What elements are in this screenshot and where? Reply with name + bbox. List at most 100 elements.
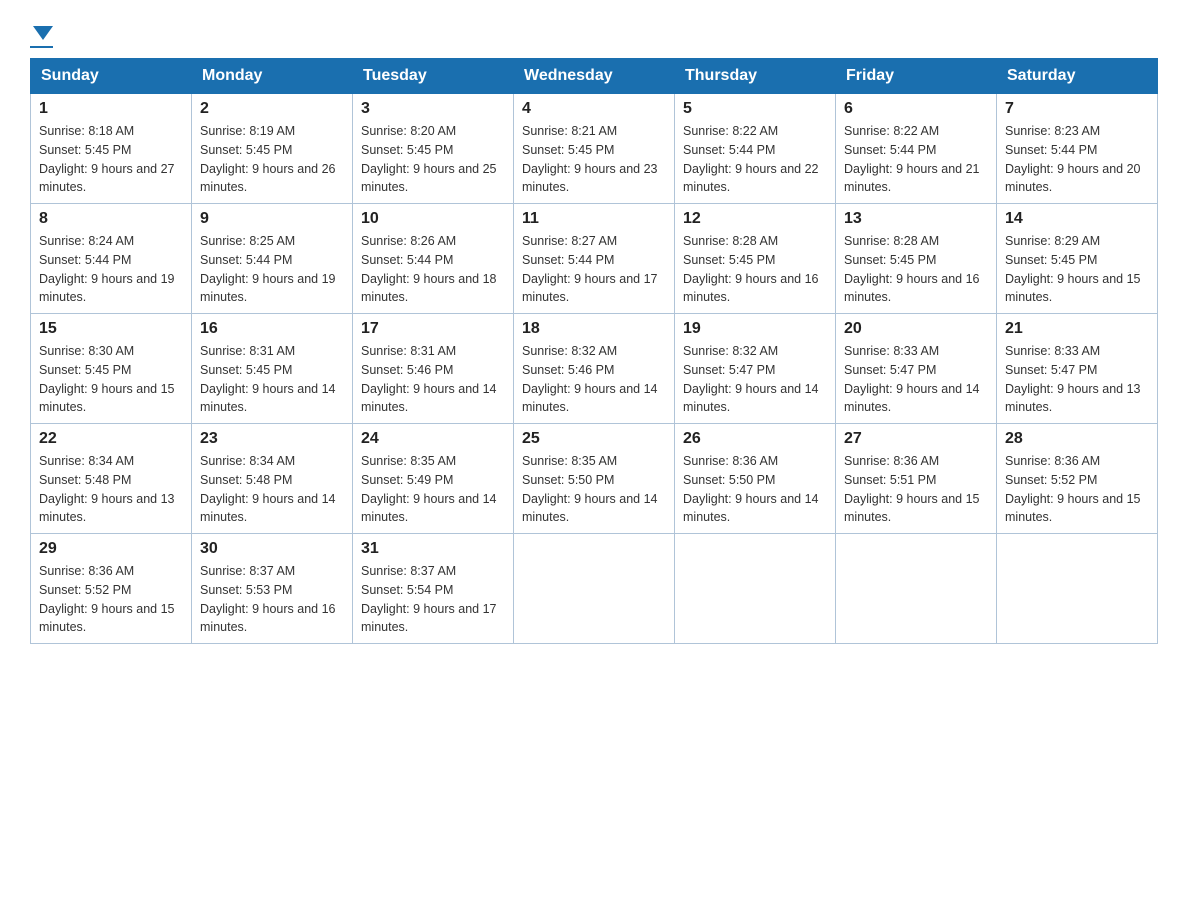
day-info: Sunrise: 8:24 AMSunset: 5:44 PMDaylight:…: [39, 234, 175, 304]
day-info: Sunrise: 8:20 AMSunset: 5:45 PMDaylight:…: [361, 124, 497, 194]
calendar-day-cell: [514, 534, 675, 644]
day-info: Sunrise: 8:32 AMSunset: 5:46 PMDaylight:…: [522, 344, 658, 414]
day-number: 9: [200, 210, 344, 228]
day-number: 20: [844, 320, 988, 338]
day-number: 7: [1005, 100, 1149, 118]
day-info: Sunrise: 8:31 AMSunset: 5:46 PMDaylight:…: [361, 344, 497, 414]
calendar-day-cell: 25 Sunrise: 8:35 AMSunset: 5:50 PMDaylig…: [514, 424, 675, 534]
day-number: 3: [361, 100, 505, 118]
calendar-week-row: 29 Sunrise: 8:36 AMSunset: 5:52 PMDaylig…: [31, 534, 1158, 644]
day-info: Sunrise: 8:27 AMSunset: 5:44 PMDaylight:…: [522, 234, 658, 304]
day-number: 6: [844, 100, 988, 118]
logo: [30, 30, 53, 48]
calendar-day-cell: [836, 534, 997, 644]
calendar-day-cell: 1 Sunrise: 8:18 AMSunset: 5:45 PMDayligh…: [31, 94, 192, 204]
calendar-day-cell: 27 Sunrise: 8:36 AMSunset: 5:51 PMDaylig…: [836, 424, 997, 534]
day-info: Sunrise: 8:34 AMSunset: 5:48 PMDaylight:…: [39, 454, 175, 524]
day-number: 30: [200, 540, 344, 558]
day-number: 5: [683, 100, 827, 118]
day-number: 28: [1005, 430, 1149, 448]
day-number: 18: [522, 320, 666, 338]
calendar-day-cell: 24 Sunrise: 8:35 AMSunset: 5:49 PMDaylig…: [353, 424, 514, 534]
day-number: 13: [844, 210, 988, 228]
day-info: Sunrise: 8:36 AMSunset: 5:51 PMDaylight:…: [844, 454, 980, 524]
day-number: 15: [39, 320, 183, 338]
calendar-day-cell: 4 Sunrise: 8:21 AMSunset: 5:45 PMDayligh…: [514, 94, 675, 204]
logo-triangle-icon: [33, 26, 53, 40]
calendar-day-cell: 5 Sunrise: 8:22 AMSunset: 5:44 PMDayligh…: [675, 94, 836, 204]
day-number: 4: [522, 100, 666, 118]
day-number: 16: [200, 320, 344, 338]
day-number: 26: [683, 430, 827, 448]
day-info: Sunrise: 8:26 AMSunset: 5:44 PMDaylight:…: [361, 234, 497, 304]
calendar-day-cell: 26 Sunrise: 8:36 AMSunset: 5:50 PMDaylig…: [675, 424, 836, 534]
day-info: Sunrise: 8:30 AMSunset: 5:45 PMDaylight:…: [39, 344, 175, 414]
weekday-header-tuesday: Tuesday: [353, 59, 514, 94]
weekday-header-thursday: Thursday: [675, 59, 836, 94]
day-info: Sunrise: 8:34 AMSunset: 5:48 PMDaylight:…: [200, 454, 336, 524]
weekday-header-wednesday: Wednesday: [514, 59, 675, 94]
calendar-day-cell: 31 Sunrise: 8:37 AMSunset: 5:54 PMDaylig…: [353, 534, 514, 644]
weekday-header-friday: Friday: [836, 59, 997, 94]
day-info: Sunrise: 8:19 AMSunset: 5:45 PMDaylight:…: [200, 124, 336, 194]
calendar-day-cell: 2 Sunrise: 8:19 AMSunset: 5:45 PMDayligh…: [192, 94, 353, 204]
calendar-day-cell: 11 Sunrise: 8:27 AMSunset: 5:44 PMDaylig…: [514, 204, 675, 314]
calendar-day-cell: 14 Sunrise: 8:29 AMSunset: 5:45 PMDaylig…: [997, 204, 1158, 314]
day-info: Sunrise: 8:25 AMSunset: 5:44 PMDaylight:…: [200, 234, 336, 304]
day-info: Sunrise: 8:37 AMSunset: 5:53 PMDaylight:…: [200, 564, 336, 634]
calendar-table: SundayMondayTuesdayWednesdayThursdayFrid…: [30, 58, 1158, 644]
calendar-week-row: 1 Sunrise: 8:18 AMSunset: 5:45 PMDayligh…: [31, 94, 1158, 204]
calendar-day-cell: 28 Sunrise: 8:36 AMSunset: 5:52 PMDaylig…: [997, 424, 1158, 534]
day-info: Sunrise: 8:32 AMSunset: 5:47 PMDaylight:…: [683, 344, 819, 414]
weekday-header-row: SundayMondayTuesdayWednesdayThursdayFrid…: [31, 59, 1158, 94]
calendar-day-cell: 16 Sunrise: 8:31 AMSunset: 5:45 PMDaylig…: [192, 314, 353, 424]
day-info: Sunrise: 8:35 AMSunset: 5:49 PMDaylight:…: [361, 454, 497, 524]
calendar-day-cell: 13 Sunrise: 8:28 AMSunset: 5:45 PMDaylig…: [836, 204, 997, 314]
day-number: 8: [39, 210, 183, 228]
day-info: Sunrise: 8:37 AMSunset: 5:54 PMDaylight:…: [361, 564, 497, 634]
calendar-day-cell: 22 Sunrise: 8:34 AMSunset: 5:48 PMDaylig…: [31, 424, 192, 534]
day-info: Sunrise: 8:33 AMSunset: 5:47 PMDaylight:…: [844, 344, 980, 414]
day-info: Sunrise: 8:31 AMSunset: 5:45 PMDaylight:…: [200, 344, 336, 414]
day-info: Sunrise: 8:36 AMSunset: 5:52 PMDaylight:…: [1005, 454, 1141, 524]
day-info: Sunrise: 8:36 AMSunset: 5:50 PMDaylight:…: [683, 454, 819, 524]
calendar-day-cell: 9 Sunrise: 8:25 AMSunset: 5:44 PMDayligh…: [192, 204, 353, 314]
calendar-day-cell: 7 Sunrise: 8:23 AMSunset: 5:44 PMDayligh…: [997, 94, 1158, 204]
day-number: 25: [522, 430, 666, 448]
day-number: 24: [361, 430, 505, 448]
day-number: 19: [683, 320, 827, 338]
day-info: Sunrise: 8:22 AMSunset: 5:44 PMDaylight:…: [683, 124, 819, 194]
calendar-day-cell: 8 Sunrise: 8:24 AMSunset: 5:44 PMDayligh…: [31, 204, 192, 314]
day-number: 21: [1005, 320, 1149, 338]
day-info: Sunrise: 8:35 AMSunset: 5:50 PMDaylight:…: [522, 454, 658, 524]
calendar-week-row: 22 Sunrise: 8:34 AMSunset: 5:48 PMDaylig…: [31, 424, 1158, 534]
day-info: Sunrise: 8:29 AMSunset: 5:45 PMDaylight:…: [1005, 234, 1141, 304]
calendar-day-cell: 12 Sunrise: 8:28 AMSunset: 5:45 PMDaylig…: [675, 204, 836, 314]
day-info: Sunrise: 8:28 AMSunset: 5:45 PMDaylight:…: [683, 234, 819, 304]
day-info: Sunrise: 8:18 AMSunset: 5:45 PMDaylight:…: [39, 124, 175, 194]
day-number: 14: [1005, 210, 1149, 228]
calendar-day-cell: [997, 534, 1158, 644]
calendar-week-row: 15 Sunrise: 8:30 AMSunset: 5:45 PMDaylig…: [31, 314, 1158, 424]
day-number: 23: [200, 430, 344, 448]
logo-underline: [30, 46, 53, 48]
calendar-day-cell: 30 Sunrise: 8:37 AMSunset: 5:53 PMDaylig…: [192, 534, 353, 644]
calendar-day-cell: 23 Sunrise: 8:34 AMSunset: 5:48 PMDaylig…: [192, 424, 353, 534]
calendar-day-cell: 10 Sunrise: 8:26 AMSunset: 5:44 PMDaylig…: [353, 204, 514, 314]
calendar-day-cell: 20 Sunrise: 8:33 AMSunset: 5:47 PMDaylig…: [836, 314, 997, 424]
day-number: 10: [361, 210, 505, 228]
day-number: 31: [361, 540, 505, 558]
day-info: Sunrise: 8:23 AMSunset: 5:44 PMDaylight:…: [1005, 124, 1141, 194]
calendar-day-cell: 15 Sunrise: 8:30 AMSunset: 5:45 PMDaylig…: [31, 314, 192, 424]
weekday-header-monday: Monday: [192, 59, 353, 94]
day-number: 22: [39, 430, 183, 448]
calendar-day-cell: 29 Sunrise: 8:36 AMSunset: 5:52 PMDaylig…: [31, 534, 192, 644]
calendar-day-cell: [675, 534, 836, 644]
day-number: 17: [361, 320, 505, 338]
day-number: 11: [522, 210, 666, 228]
calendar-day-cell: 21 Sunrise: 8:33 AMSunset: 5:47 PMDaylig…: [997, 314, 1158, 424]
calendar-week-row: 8 Sunrise: 8:24 AMSunset: 5:44 PMDayligh…: [31, 204, 1158, 314]
day-number: 1: [39, 100, 183, 118]
calendar-day-cell: 6 Sunrise: 8:22 AMSunset: 5:44 PMDayligh…: [836, 94, 997, 204]
calendar-day-cell: 3 Sunrise: 8:20 AMSunset: 5:45 PMDayligh…: [353, 94, 514, 204]
